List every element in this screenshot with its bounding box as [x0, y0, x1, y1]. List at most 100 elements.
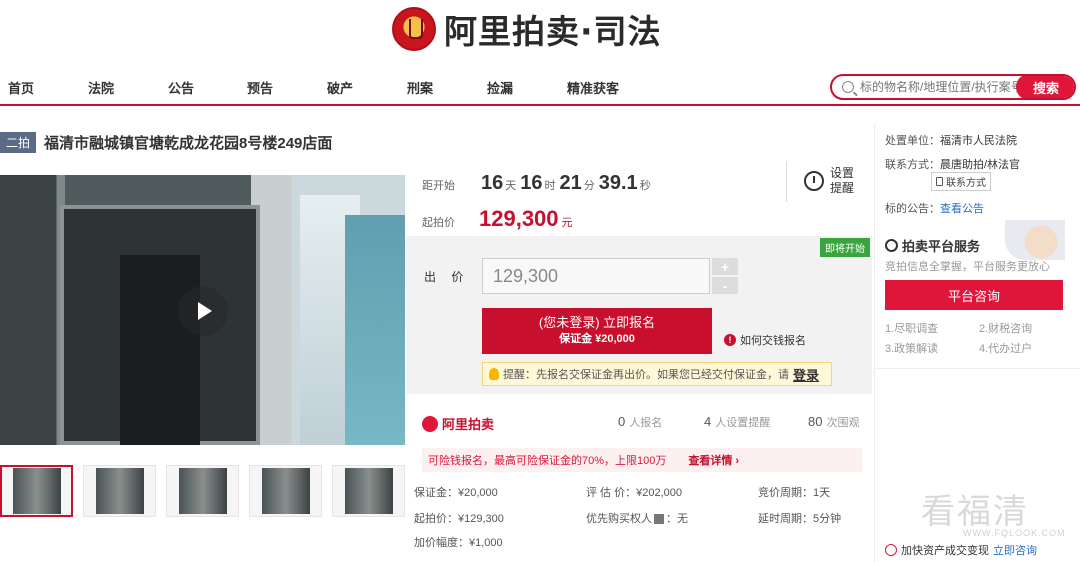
service-item[interactable]: 1.尽职调查 — [885, 320, 938, 336]
contact-label: 联系方式： — [885, 159, 940, 171]
loan-text: 可险钱报名，最高可险保证金的70%，上限100万 — [428, 455, 667, 467]
sidebar: 处置单位：福清市人民法院 联系方式：晨唐助拍/林法官 联系方式 标的公告：查看公… — [874, 124, 1080, 562]
bid-cycle-value: 竞价周期：1天 — [758, 487, 831, 499]
how-to-pay-label: 如何交钱报名 — [740, 335, 806, 347]
status-badge: 即将开始 — [820, 238, 870, 257]
contact-button-label: 联系方式 — [946, 178, 986, 189]
asset-text: 加快资产成交变现 — [901, 545, 989, 557]
views-label: 次围观 — [826, 417, 860, 429]
register-deposit-label: 保证金 ¥20,000 — [559, 333, 635, 345]
increment-value: 加价幅度：¥1,000 — [414, 537, 503, 549]
service-item[interactable]: 3.政策解读 — [885, 340, 938, 356]
thumbnail[interactable] — [83, 465, 156, 517]
thumbnail[interactable] — [332, 465, 405, 517]
notice-label: 标的公告： — [885, 203, 940, 215]
auction-stats: 阿里拍卖 0 人报名 4 人设置提醒 80 次围观 — [406, 402, 872, 442]
extend-cycle-value: 延时周期：5分钟 — [758, 513, 842, 525]
login-link[interactable]: 登录 — [793, 365, 819, 384]
start-price: 129,300 — [479, 206, 559, 231]
set-reminder-button[interactable]: 设置提醒 — [804, 166, 856, 196]
question-icon[interactable] — [654, 514, 664, 525]
thumbnail[interactable] — [166, 465, 239, 517]
decrease-bid-button[interactable]: - — [712, 277, 738, 294]
tip-text: 提醒：先报名交保证金再出价。如果您已经交付保证金，请 — [503, 369, 789, 381]
photo-poster-2 — [345, 215, 405, 445]
nav-item-court[interactable]: 法院 — [88, 78, 114, 97]
loan-details-link[interactable]: 查看详情 › — [688, 452, 739, 468]
service-title-text: 拍卖平台服务 — [902, 239, 981, 254]
signups-stat: 0 人报名 — [618, 414, 662, 430]
watermark: 看福清 — [921, 492, 1029, 532]
contact-value: 晨唐助拍/林法官 — [940, 159, 1021, 171]
thumbnail-image — [95, 468, 144, 514]
consult-now-link[interactable]: 立即咨询 — [993, 542, 1037, 558]
thumbnail-strip — [0, 465, 405, 517]
countdown-minutes-unit: 分 — [583, 180, 595, 192]
brand-logo[interactable]: 阿里拍卖·司法 — [392, 2, 662, 56]
signups-label: 人报名 — [629, 417, 663, 429]
service-subtitle: 竞拍信息全掌握，平台服务更放心 — [885, 261, 1050, 273]
service-item[interactable]: 2.财税咨询 — [979, 320, 1032, 336]
view-notice-link[interactable]: 查看公告 — [940, 203, 984, 215]
asset-icon — [885, 544, 897, 556]
appraisal-value: 评 估 价：¥202,000 — [586, 487, 682, 499]
nav-item-bargain[interactable]: 捡漏 — [487, 78, 513, 97]
divider — [786, 162, 787, 202]
countdown-seconds-unit: 秒 — [639, 180, 651, 192]
search-input[interactable] — [860, 80, 1020, 94]
thumbnail-image — [261, 468, 310, 514]
deposit-value: 保证金：¥20,000 — [414, 487, 498, 499]
service-agent-avatar — [1005, 220, 1065, 260]
info-icon: ! — [724, 334, 736, 346]
thumbnail[interactable] — [0, 465, 73, 517]
increase-bid-button[interactable]: + — [712, 258, 738, 275]
search-button[interactable]: 搜索 — [1016, 76, 1074, 98]
phone-icon — [936, 177, 943, 186]
play-video-icon[interactable] — [178, 286, 228, 336]
nav-item-notice[interactable]: 公告 — [168, 78, 194, 97]
bid-amount-field[interactable]: 129,300 — [482, 258, 710, 294]
brand-name: 阿里拍卖·司法 — [444, 12, 662, 51]
deposit-tip: 提醒：先报名交保证金再出价。如果您已经交付保证金，请 登录 — [482, 362, 832, 386]
divider — [875, 368, 1080, 369]
priority-buyer: 优先购买权人 ：无 — [586, 510, 688, 526]
start-price-label: 起拍价 — [422, 217, 455, 229]
nav-item-home[interactable]: 首页 — [8, 78, 34, 97]
service-item[interactable]: 4.代办过户 — [979, 340, 1032, 356]
views-count: 80 — [808, 414, 823, 429]
start-price-unit: 元 — [561, 217, 573, 229]
countdown-hours: 16 — [520, 172, 543, 194]
lightbulb-icon — [489, 368, 499, 380]
round-badge: 二拍 — [0, 132, 37, 153]
countdown-label: 距开始 — [422, 180, 455, 192]
contact-button[interactable]: 联系方式 — [931, 172, 991, 191]
court-seal-icon — [392, 7, 436, 51]
thumbnail-image — [178, 468, 227, 514]
thumbnail[interactable] — [249, 465, 322, 517]
platform-service: 拍卖平台服务 竞拍信息全掌握，平台服务更放心 平台咨询 1.尽职调查 2.财税咨… — [875, 220, 1080, 370]
nav-item-precise[interactable]: 精准获客 — [567, 78, 619, 97]
start-price-value: 起拍价：¥129,300 — [414, 513, 504, 525]
asset-promo: 加快资产成交变现 立即咨询 — [885, 542, 1037, 558]
how-to-pay-link[interactable]: ! 如何交钱报名 — [724, 332, 806, 348]
thumbnail-image — [344, 468, 393, 514]
service-title: 拍卖平台服务 — [885, 236, 980, 255]
signups-count: 0 — [618, 414, 626, 429]
set-reminder-label: 设置提醒 — [830, 166, 855, 195]
nav-item-criminal[interactable]: 刑案 — [407, 78, 433, 97]
register-button[interactable]: (您未登录) 立即报名 保证金 ¥20,000 — [482, 308, 712, 354]
nav-item-bankruptcy[interactable]: 破产 — [327, 78, 353, 97]
disposal-unit: 处置单位：福清市人民法院 — [885, 132, 1017, 148]
platform-consult-button[interactable]: 平台咨询 — [885, 280, 1063, 310]
lot-title-row: 二拍 福清市融城镇官塘乾成龙花园8号楼249店面 — [0, 132, 332, 153]
loan-banner: 可险钱报名，最高可险保证金的70%，上限100万 查看详情 › — [422, 448, 862, 472]
bid-label: 出 价 — [424, 270, 470, 284]
alarm-clock-icon — [804, 171, 824, 191]
bid-stepper: + - — [712, 258, 738, 296]
countdown: 距开始 16 天 16 时 21 分 39.1 秒 — [422, 172, 655, 195]
start-price-row: 起拍价 129,300 元 — [422, 206, 573, 232]
nav-item-preview[interactable]: 预告 — [247, 78, 273, 97]
bid-panel: 即将开始 出 价 129,300 + - (您未登录) 立即报名 保证金 ¥20… — [406, 236, 872, 394]
reminders-stat: 4 人设置提醒 — [704, 414, 770, 430]
headset-icon — [885, 239, 898, 252]
